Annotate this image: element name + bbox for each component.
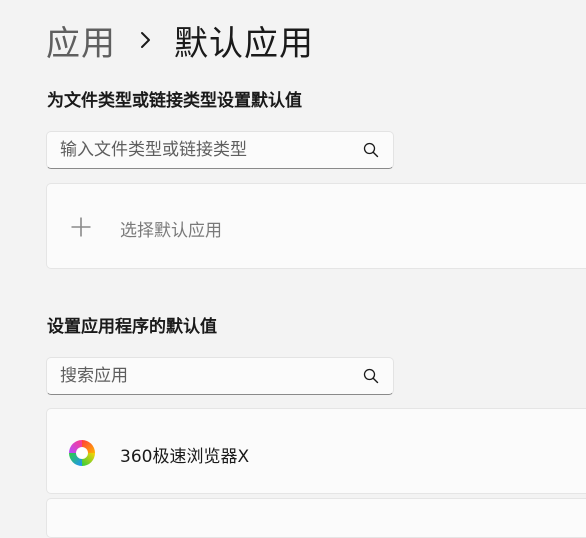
app-name: 360极速浏览器X xyxy=(120,447,250,467)
search-icon[interactable] xyxy=(363,368,379,384)
breadcrumb-parent-apps[interactable]: 应用 xyxy=(46,16,116,65)
file-type-search-box xyxy=(46,131,394,169)
360-browser-x-icon xyxy=(69,440,95,466)
plus-icon xyxy=(71,217,91,237)
choose-default-app-label: 选择默认应用 xyxy=(120,221,222,241)
page-title: 默认应用 xyxy=(174,23,314,64)
file-types-heading: 为文件类型或链接类型设置默认值 xyxy=(47,91,302,111)
file-type-search-input[interactable] xyxy=(47,132,363,168)
app-defaults-heading: 设置应用程序的默认值 xyxy=(47,317,217,337)
app-search-input[interactable] xyxy=(47,358,363,394)
app-search-box xyxy=(46,357,394,395)
chevron-right-icon xyxy=(141,32,150,48)
choose-default-app-button[interactable]: 选择默认应用 xyxy=(46,183,586,269)
breadcrumb: 应用 默认应用 xyxy=(46,14,314,66)
app-list-item-partial[interactable] xyxy=(46,498,586,538)
search-icon[interactable] xyxy=(363,142,379,158)
app-list-item[interactable]: 360极速浏览器X xyxy=(46,408,586,494)
